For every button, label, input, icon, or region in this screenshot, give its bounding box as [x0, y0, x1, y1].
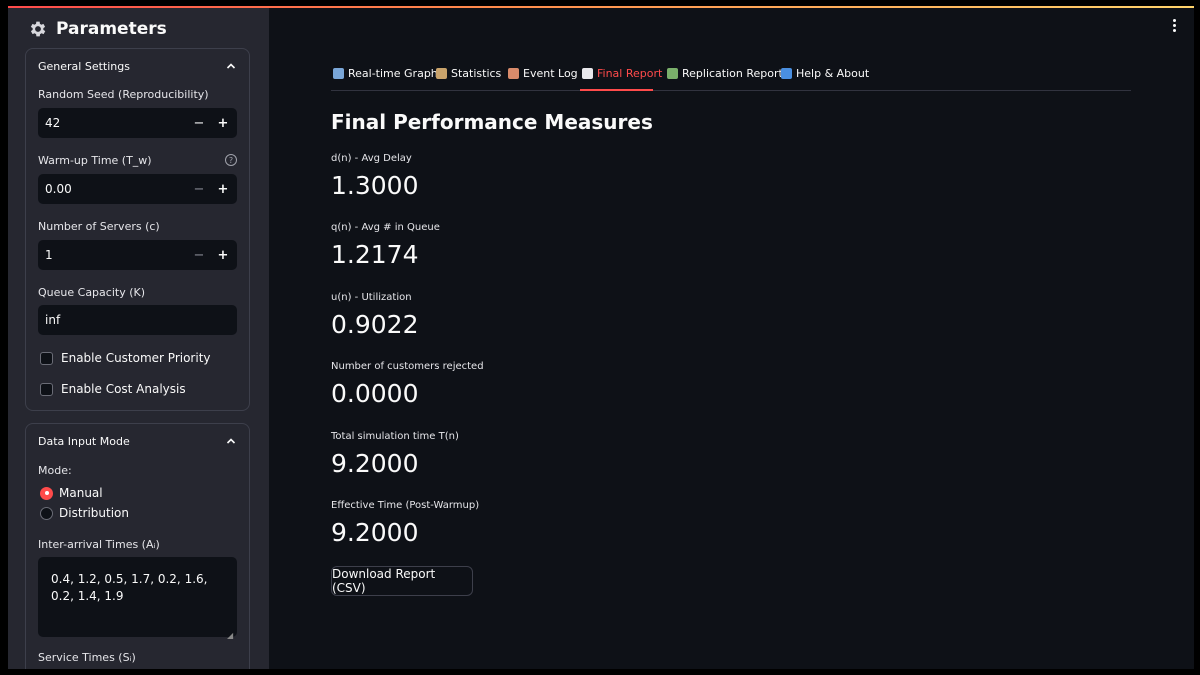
active-tab-indicator: [580, 89, 653, 91]
metric-value-total-time: 9.2000: [331, 449, 419, 478]
radio-label-manual: Manual: [59, 486, 103, 500]
sidebar-title: Parameters: [56, 19, 167, 39]
tab-final-report[interactable]: Final Report: [582, 67, 662, 80]
random-seed-decrement-button[interactable]: −: [187, 108, 211, 138]
radio-option-manual[interactable]: Manual: [40, 486, 103, 500]
main-menu-icon[interactable]: [1172, 19, 1178, 33]
radio-label-distribution: Distribution: [59, 506, 130, 520]
general-settings-expander: General Settings Random Seed (Reproducib…: [25, 48, 250, 411]
interarrival-textarea[interactable]: 0.4, 1.2, 0.5, 1.7, 0.2, 1.6, 0.2, 1.4, …: [38, 557, 237, 640]
clipboard-icon: [436, 68, 447, 79]
cost-checkbox-label: Enable Cost Analysis: [61, 382, 186, 396]
capacity-input[interactable]: inf: [38, 305, 237, 335]
servers-increment-button[interactable]: +: [211, 240, 235, 270]
radio-button-manual[interactable]: [40, 486, 53, 500]
cost-checkbox[interactable]: [40, 382, 53, 396]
radio-button-distribution[interactable]: [40, 506, 53, 520]
cost-checkbox-row[interactable]: Enable Cost Analysis: [40, 382, 186, 396]
resize-handle-icon[interactable]: ◢: [227, 627, 235, 640]
page-title: Final Performance Measures: [331, 110, 653, 134]
metric-label-effective-time: Effective Time (Post-Warmup): [331, 500, 480, 511]
help-icon[interactable]: ?: [225, 154, 237, 166]
bar-chart-icon: [667, 68, 678, 79]
chart-icon: [333, 68, 344, 79]
interarrival-value: 0.4, 1.2, 0.5, 1.7, 0.2, 1.6, 0.2, 1.4, …: [51, 572, 208, 603]
metric-label-rejected: Number of customers rejected: [331, 361, 484, 372]
warmup-input[interactable]: 0.00 − +: [38, 174, 237, 204]
random-seed-input[interactable]: 42 − +: [38, 108, 237, 138]
priority-checkbox-row[interactable]: Enable Customer Priority: [40, 351, 211, 365]
general-settings-header[interactable]: General Settings: [38, 60, 130, 73]
sidebar-header: Parameters: [28, 14, 167, 44]
tab-event-log[interactable]: Event Log: [508, 67, 578, 80]
tab-bar: Real-time Graph Statistics Event Log Fin…: [331, 61, 1131, 91]
warmup-value: 0.00: [45, 182, 72, 196]
metric-label-total-time: Total simulation time T(n): [331, 431, 459, 442]
servers-decrement-button[interactable]: −: [187, 240, 211, 270]
tab-help-about[interactable]: Help & About: [781, 67, 869, 80]
metric-value-avg-queue: 1.2174: [331, 240, 419, 269]
chevron-up-icon[interactable]: [225, 435, 237, 447]
metric-label-avg-delay: d(n) - Avg Delay: [331, 153, 412, 164]
random-seed-label: Random Seed (Reproducibility): [38, 88, 209, 101]
servers-label: Number of Servers (c): [38, 220, 160, 233]
servers-input[interactable]: 1 − +: [38, 240, 237, 270]
app-window: Parameters General Settings Random Seed …: [8, 6, 1194, 669]
mode-label: Mode:: [38, 464, 72, 477]
data-input-expander: Data Input Mode Mode: Manual Distributio…: [25, 423, 250, 669]
download-report-button[interactable]: Download Report (CSV): [331, 566, 473, 596]
metric-label-avg-queue: q(n) - Avg # in Queue: [331, 222, 440, 233]
log-icon: [508, 68, 519, 79]
chevron-up-icon[interactable]: [225, 60, 237, 72]
tab-statistics[interactable]: Statistics: [436, 67, 501, 80]
info-icon: [781, 68, 792, 79]
metric-value-avg-delay: 1.3000: [331, 171, 419, 200]
radio-option-distribution[interactable]: Distribution: [40, 506, 129, 520]
tab-replication-report[interactable]: Replication Report: [667, 67, 783, 80]
capacity-label: Queue Capacity (K): [38, 286, 145, 299]
priority-checkbox-label: Enable Customer Priority: [61, 351, 211, 365]
document-icon: [582, 68, 593, 79]
metric-value-utilization: 0.9022: [331, 310, 419, 339]
warmup-increment-button[interactable]: +: [211, 174, 235, 204]
capacity-value: inf: [45, 313, 61, 327]
servers-value: 1: [45, 248, 53, 262]
warmup-label: Warm-up Time (T_w): [38, 154, 152, 167]
data-input-header[interactable]: Data Input Mode: [38, 435, 130, 448]
service-times-label: Service Times (Sᵢ): [38, 651, 136, 664]
sidebar: Parameters General Settings Random Seed …: [8, 8, 269, 669]
priority-checkbox[interactable]: [40, 351, 53, 365]
metric-value-rejected: 0.0000: [331, 379, 419, 408]
metric-label-utilization: u(n) - Utilization: [331, 292, 412, 303]
tab-real-time-graph[interactable]: Real-time Graph: [333, 67, 438, 80]
interarrival-label: Inter-arrival Times (Aᵢ): [38, 538, 160, 551]
gear-icon: [30, 21, 46, 37]
random-seed-value: 42: [45, 116, 61, 130]
warmup-decrement-button[interactable]: −: [187, 174, 211, 204]
random-seed-increment-button[interactable]: +: [211, 108, 235, 138]
metric-value-effective-time: 9.2000: [331, 518, 419, 547]
